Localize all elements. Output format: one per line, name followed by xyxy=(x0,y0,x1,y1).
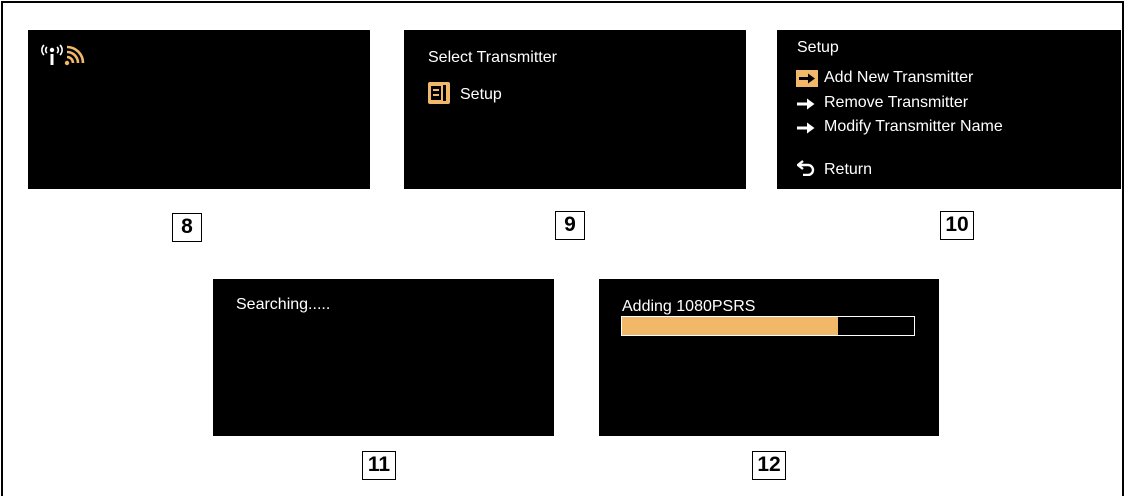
menu-item-return[interactable]: Return xyxy=(824,160,872,180)
screen-title: Setup xyxy=(797,39,839,56)
screen-title: Select Transmitter xyxy=(428,49,557,66)
progress-bar xyxy=(621,316,915,336)
progress-bar-fill xyxy=(622,317,839,335)
step-number-10: 10 xyxy=(940,211,974,240)
arrow-right-icon xyxy=(796,70,818,92)
step-number-8: 8 xyxy=(172,213,202,242)
menu-item-modify-transmitter-name[interactable]: Modify Transmitter Name xyxy=(824,117,1003,137)
screen-10: Setup Add New Transmitter Remove Transmi… xyxy=(777,30,1121,189)
status-text: Searching..... xyxy=(236,296,331,313)
screen-12: Adding 1080PSRS xyxy=(599,279,939,436)
menu-item-remove-transmitter[interactable]: Remove Transmitter xyxy=(824,93,968,113)
menu-item-add-new-transmitter[interactable]: Add New Transmitter xyxy=(824,68,973,88)
wireless-signal-icon xyxy=(39,39,89,72)
screen-8 xyxy=(28,30,370,189)
menu-item-setup[interactable]: Setup xyxy=(460,85,502,105)
status-text: Adding 1080PSRS xyxy=(622,298,756,315)
setup-icon xyxy=(427,81,451,110)
arrow-right-icon xyxy=(797,97,815,115)
screen-9: Select Transmitter Setup xyxy=(404,30,746,189)
arrow-right-icon xyxy=(797,121,815,139)
step-number-12: 12 xyxy=(752,451,786,480)
step-number-11: 11 xyxy=(362,451,396,480)
screen-11: Searching..... xyxy=(213,279,554,436)
return-icon xyxy=(796,160,815,181)
step-number-9: 9 xyxy=(555,211,585,240)
